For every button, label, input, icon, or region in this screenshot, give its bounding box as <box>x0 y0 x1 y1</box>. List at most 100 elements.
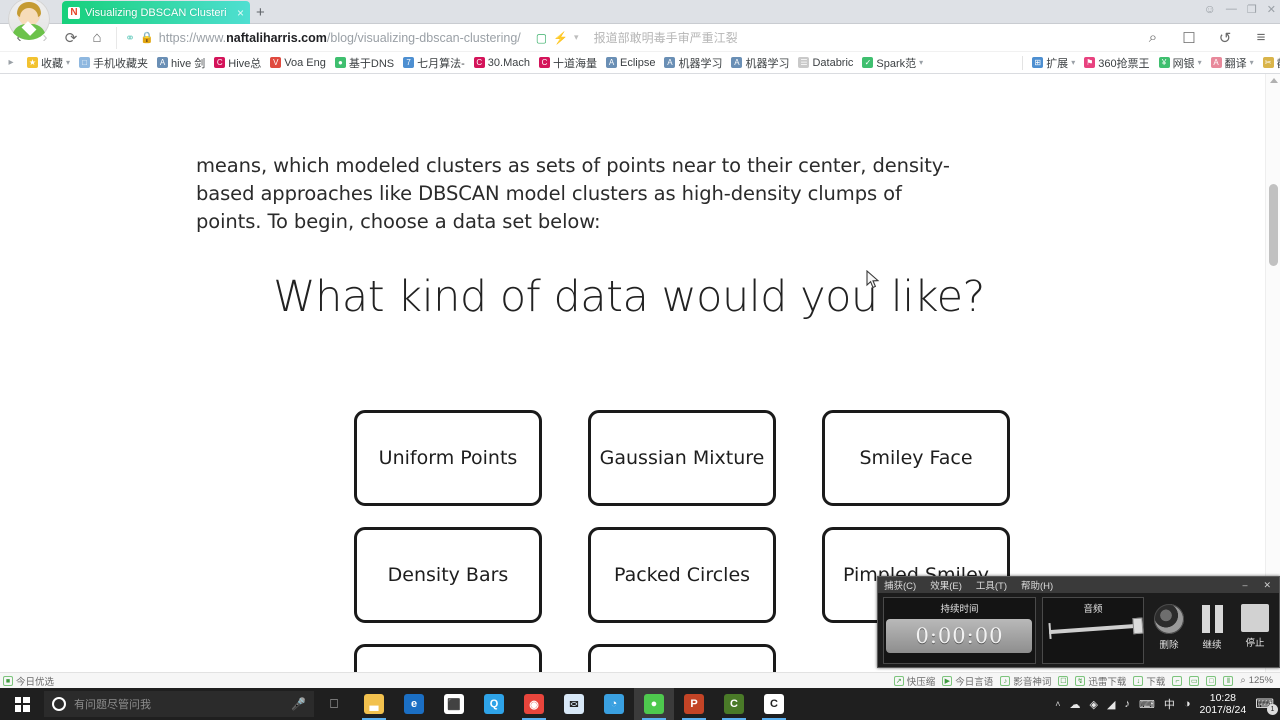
status-bar-item[interactable]: ♪ 影音神词 <box>1000 674 1051 688</box>
avatar[interactable] <box>8 0 50 40</box>
recorder-stop-button[interactable]: 停止 <box>1236 604 1274 649</box>
chevron-down-icon[interactable]: ▾ <box>574 32 579 43</box>
taskbar-app-microsoft-store[interactable]: ⬛ <box>434 688 474 720</box>
bookmark-item[interactable]: ¥ 网银 ▾ <box>1158 55 1202 71</box>
audio-slider-knob[interactable] <box>1132 617 1144 635</box>
recorder-menu-item[interactable]: 效果(E) <box>930 578 962 592</box>
bookmark-item[interactable]: □ 手机收藏夹 <box>79 55 148 71</box>
status-left-item[interactable]: ■ 今日优选 <box>3 674 54 688</box>
bookmark-item[interactable]: A 翻译 ▾ <box>1210 55 1254 71</box>
bookmark-item[interactable]: ● 基于DNS <box>334 55 394 71</box>
history-icon[interactable]: ↺ <box>1212 25 1238 51</box>
taskbar-app-file-explorer[interactable]: ▃ <box>354 688 394 720</box>
bolt-icon[interactable]: ⚡ <box>553 31 568 45</box>
close-button[interactable]: ✕ <box>1267 3 1276 16</box>
bookmark-item[interactable]: C Hive总 <box>214 55 261 71</box>
taskbar-app-360-browser[interactable]: ◔ <box>594 688 634 720</box>
ime-indicator[interactable]: 中 <box>1164 696 1175 712</box>
recorder-close-button[interactable]: ✕ <box>1263 580 1273 591</box>
browser-tab[interactable]: N Visualizing DBSCAN Clusteri × <box>62 1 250 24</box>
status-bar-item[interactable]: ⦀ <box>1223 675 1234 686</box>
bookmark-item[interactable]: A 机器学习 <box>664 55 722 71</box>
globe-icon[interactable]: ◑ <box>1184 698 1191 710</box>
bookmark-item[interactable]: C 十道海量 <box>538 55 597 71</box>
chevron-down-icon[interactable]: ▾ <box>919 58 923 67</box>
cloud-icon[interactable]: ☁ <box>1070 698 1081 711</box>
bookmark-item[interactable]: C 30.Mach <box>473 57 530 69</box>
recorder-menu-item[interactable]: 工具(T) <box>976 578 1007 592</box>
bookmark-item[interactable]: A Eclipse <box>605 57 655 69</box>
scroll-up-icon[interactable] <box>1270 78 1278 83</box>
microphone-icon[interactable]: 🎤 <box>291 697 306 711</box>
home-button[interactable]: ⌂ <box>84 25 110 51</box>
bookmark-item[interactable]: 7 七月算法- <box>403 55 465 71</box>
chevron-down-icon[interactable]: ▾ <box>1250 58 1254 67</box>
status-bar-item[interactable]: □ <box>1206 675 1217 686</box>
mobile-view-icon[interactable]: ☐ <box>1176 25 1202 51</box>
taskbar-app-edge[interactable]: e <box>394 688 434 720</box>
tab-close-icon[interactable]: × <box>237 6 244 20</box>
network-icon[interactable]: ◢ <box>1107 698 1115 711</box>
bookmark-item[interactable]: V Voa Eng <box>270 57 326 69</box>
volume-icon[interactable]: ♪ <box>1124 698 1130 710</box>
bookmark-item[interactable]: ✂截图▾ <box>1262 55 1280 71</box>
minimize-button[interactable]: — <box>1226 3 1237 15</box>
status-bar-item[interactable]: ☐ <box>1058 675 1069 686</box>
bookmark-item[interactable]: A 机器学习 <box>731 55 789 71</box>
dataset-button[interactable]: Gaussian Mixture <box>588 410 776 506</box>
clock[interactable]: 10:28 2017/8/24 <box>1200 692 1247 716</box>
address-bar[interactable]: ⚭ 🔒 https://www.naftaliharris.com/blog/v… <box>116 26 1132 49</box>
audio-slider[interactable] <box>1048 617 1144 640</box>
shield-tray-icon[interactable]: ◈ <box>1090 698 1098 711</box>
notification-center-button[interactable]: ⌨ 1 <box>1255 696 1278 715</box>
status-bar-item[interactable]: ↗ 快压缩 <box>893 674 935 688</box>
status-bar-item[interactable]: ▶ 今日言语 <box>942 674 993 688</box>
start-button[interactable] <box>0 688 44 720</box>
status-bar-item[interactable]: ↯ 迅雷下载 <box>1075 674 1126 688</box>
chevron-down-icon[interactable]: ▾ <box>66 58 70 67</box>
recorder-menu-item[interactable]: 捕获(C) <box>884 578 916 592</box>
taskbar-app-wechat[interactable]: ● <box>634 688 674 720</box>
bookmark-item[interactable]: ✓ Spark范 ▾ <box>862 55 923 71</box>
taskbar-app-qq[interactable]: Q <box>474 688 514 720</box>
search-input[interactable]: 有问题尽管问我 🎤 <box>44 691 314 717</box>
dataset-button[interactable]: Smiley Face <box>822 410 1010 506</box>
status-bar-item[interactable]: ⌐ <box>1172 675 1183 686</box>
recorder-delete-button[interactable]: 删除 <box>1150 604 1188 651</box>
dataset-button[interactable]: Uniform Points <box>354 410 542 506</box>
chevron-down-icon[interactable]: ▾ <box>1198 58 1202 67</box>
user-account-icon[interactable]: ☺ <box>1204 2 1216 16</box>
bookmark-item[interactable]: ⊞ 扩展 ▾ <box>1032 55 1075 71</box>
bookmark-item[interactable]: ★ 收藏 ▾ <box>27 55 70 71</box>
keyboard-icon[interactable]: ⌨ <box>1139 698 1155 711</box>
translate-icon[interactable]: ▢ <box>536 31 547 45</box>
reload-button[interactable]: ⟳ <box>58 25 84 51</box>
recorder-menu-item[interactable]: 帮助(H) <box>1021 578 1053 592</box>
status-bar-item[interactable]: ↓ 下载 <box>1133 674 1165 688</box>
new-tab-button[interactable]: + <box>256 4 265 21</box>
taskbar-app-chrome[interactable]: ◉ <box>514 688 554 720</box>
bookmark-item[interactable]: ☰ Databric <box>798 57 853 69</box>
taskbar-app-camtasia-editor[interactable]: C <box>714 688 754 720</box>
dataset-button[interactable]: Packed Circles <box>588 527 776 623</box>
bookmark-item[interactable]: ⚑ 360抢票王 <box>1084 55 1150 71</box>
shield-icon[interactable]: ⚭ <box>125 31 135 45</box>
scrollbar-thumb[interactable] <box>1269 184 1278 266</box>
dataset-button[interactable]: Density Bars <box>354 527 542 623</box>
recorder-minimize-button[interactable]: – <box>1242 580 1249 590</box>
maximize-button[interactable]: ❐ <box>1247 3 1257 16</box>
screen-recorder-panel[interactable]: 捕获(C) 效果(E) 工具(T) 帮助(H) – ✕ 持续时间 0:00:00 音频… <box>877 576 1280 668</box>
task-view-button[interactable]: ⎕ <box>314 688 354 720</box>
bookmark-item[interactable]: Ahive 剑 <box>157 55 205 71</box>
taskbar-app-camtasia-recorder[interactable]: C <box>754 688 794 720</box>
menu-icon[interactable]: ≡ <box>1248 25 1274 51</box>
search-icon[interactable]: ⌕ <box>1140 25 1166 51</box>
recorder-pause-button[interactable]: 继续 <box>1193 604 1231 651</box>
chevron-down-icon[interactable]: ▾ <box>1071 58 1075 67</box>
status-bar-item[interactable]: ▭ <box>1189 675 1200 686</box>
zoom-level[interactable]: ⌕ 125% <box>1240 675 1277 686</box>
show-hidden-icons-button[interactable]: ˄ <box>1055 699 1060 709</box>
taskbar-app-powerpoint[interactable]: P <box>674 688 714 720</box>
bookmarks-apps-icon[interactable]: ▸ <box>4 52 18 73</box>
taskbar-app-foxmail[interactable]: ✉ <box>554 688 594 720</box>
